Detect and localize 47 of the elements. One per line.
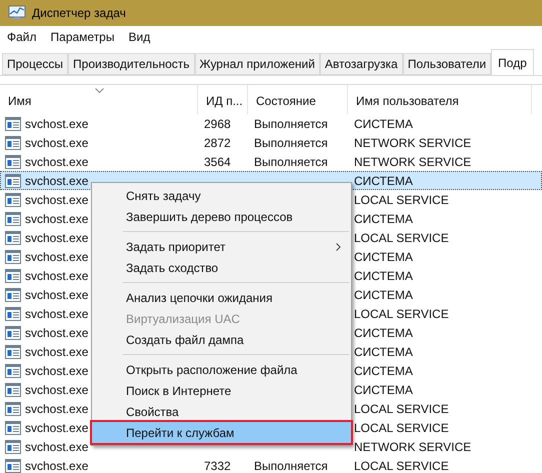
table-cell-text: svchost.exe xyxy=(25,400,88,418)
table-cell-text: svchost.exe xyxy=(25,134,88,152)
table-cell-text: svchost.exe xyxy=(25,286,88,304)
table-cell: Выполняется xyxy=(254,136,328,150)
table-cell-text: svchost.exe xyxy=(25,210,88,228)
table-cell: СИСТЕМА xyxy=(354,268,413,282)
table-cell-text: svchost.exe xyxy=(25,248,88,266)
table-cell: СИСТЕМА xyxy=(354,212,413,226)
table-cell: Выполняется xyxy=(254,116,328,130)
table-cell: СИСТЕМА xyxy=(354,326,413,340)
table-cell-text: svchost.exe xyxy=(25,116,88,132)
table-cell: 2968 xyxy=(204,116,231,130)
table-cell: 7332 xyxy=(204,458,231,472)
table-cell-text: svchost.exe xyxy=(25,230,88,246)
table-cell: NETWORK SERVICE xyxy=(354,136,472,150)
table-cell: LOCAL SERVICE xyxy=(354,402,449,416)
table-cell-text: svchost.exe xyxy=(25,324,88,342)
window-title: Диспетчер задач xyxy=(32,5,126,22)
table-cell-text: svchost.exe xyxy=(25,344,88,360)
table-cell-text: svchost.exe xyxy=(25,420,88,436)
table-cell: LOCAL SERVICE xyxy=(354,420,449,434)
table-cell: СИСТЕМА xyxy=(354,382,413,396)
table-cell: Выполняется xyxy=(254,458,328,472)
table-cell: СИСТЕМА xyxy=(354,364,413,378)
table-cell: NETWORK SERVICE xyxy=(354,440,472,454)
table-cell: 2872 xyxy=(204,136,231,150)
table-cell-text: svchost.exe xyxy=(25,438,88,456)
table-cell: СИСТЕМА xyxy=(354,250,413,264)
table-cell: LOCAL SERVICE xyxy=(354,192,449,206)
table-cell-text: svchost.exe xyxy=(25,268,88,284)
table-cell: Выполняется xyxy=(254,154,328,168)
table-cell: NETWORK SERVICE xyxy=(354,154,472,168)
table-cell-text: svchost.exe xyxy=(25,192,88,208)
table-cell-text: svchost.exe xyxy=(25,458,88,473)
table-cell-text: svchost.exe xyxy=(25,172,88,190)
table-cell-text: svchost.exe xyxy=(25,382,88,398)
table-cell: СИСТЕМА xyxy=(354,288,413,302)
table-cell: LOCAL SERVICE xyxy=(354,458,449,472)
table-cell: 3564 xyxy=(204,154,231,168)
table-cell: LOCAL SERVICE xyxy=(354,230,449,244)
table-cell: СИСТЕМА xyxy=(354,116,413,130)
table-cell-text: svchost.exe xyxy=(25,306,88,322)
table-cell: LOCAL SERVICE xyxy=(354,306,449,320)
table-cell: СИСТЕМА xyxy=(354,174,413,188)
table-cell-text: svchost.exe xyxy=(25,362,88,380)
table-cell-text: svchost.exe xyxy=(25,154,88,170)
table-cell: СИСТЕМА xyxy=(354,344,413,358)
